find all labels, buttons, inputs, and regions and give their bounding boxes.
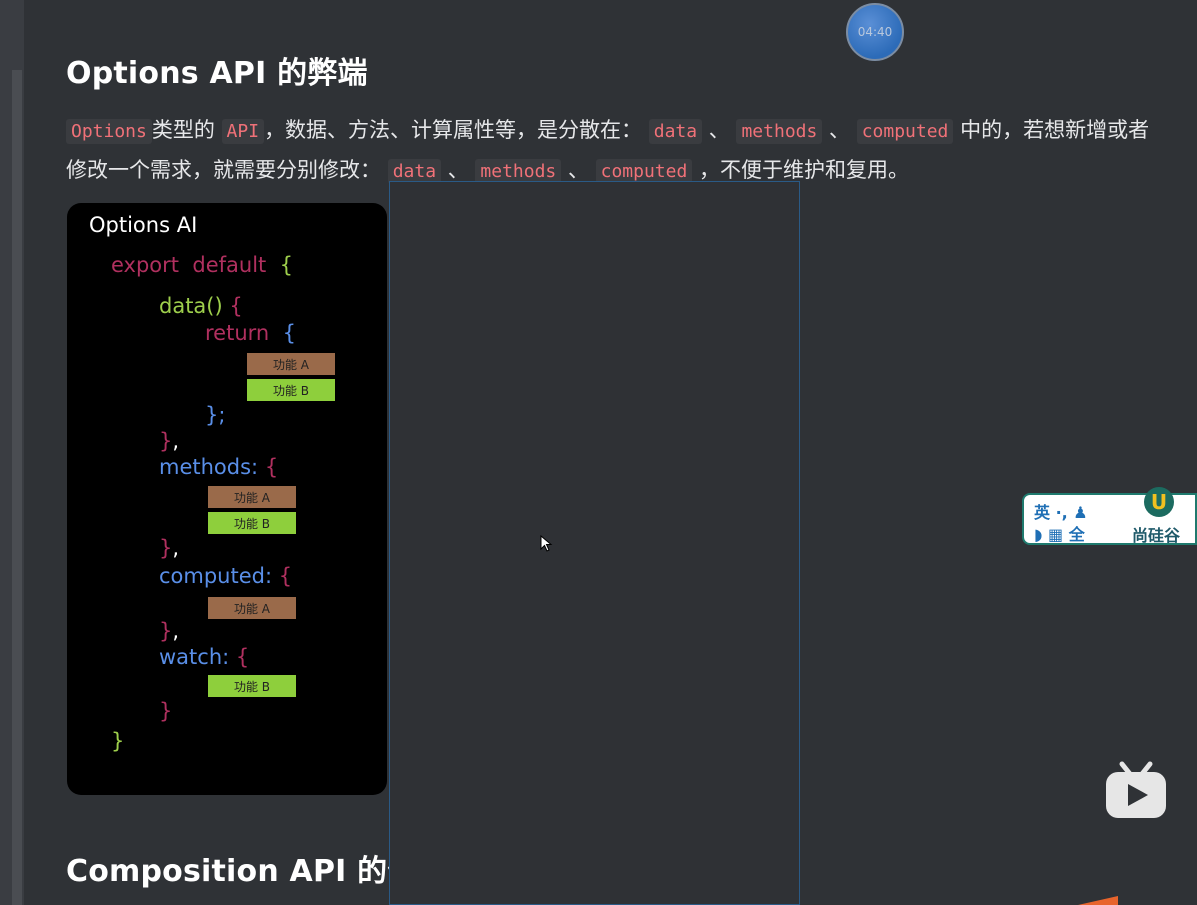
timer-text: 04:40 (857, 25, 893, 39)
code-line-close: } (111, 729, 125, 753)
inline-code: API (221, 119, 265, 144)
brace: { (235, 645, 250, 669)
section-title-composition-api: Composition API 的优 (66, 854, 418, 889)
text-run: 、 (441, 158, 476, 182)
ime-row-bottom[interactable]: ◗ ▦ 全 (1034, 521, 1085, 545)
brace: { (282, 321, 296, 345)
text-run: ，数据、方法、计算属性等，是分散在： (264, 118, 649, 142)
code-line-close: } (159, 699, 173, 723)
feature-a-block: 功能 A (247, 353, 335, 375)
bilibili-tv-icon[interactable] (1104, 760, 1168, 820)
code-line-export: export default { (111, 253, 293, 277)
timer-badge[interactable]: 04:40 (846, 3, 904, 61)
feature-b-block: 功能 B (247, 379, 335, 401)
options-api-diagram: Options AI export default { data() { ret… (67, 203, 387, 795)
diagram-title: Options AI (89, 213, 198, 237)
brand-logo-letter: U (1150, 490, 1168, 514)
brand-name: 尚硅谷 (1132, 526, 1181, 545)
text-run: 类型的 (151, 118, 222, 142)
mouse-cursor-icon (540, 535, 553, 552)
text-run: ，不便于维护和复用。 (692, 158, 910, 182)
default-keyword: default (192, 253, 267, 277)
code-line-watch: watch: { (159, 645, 249, 669)
feature-b-block: 功能 B (208, 512, 296, 534)
watch-key: watch: (159, 645, 230, 669)
code-line-close: }, (159, 536, 180, 560)
overlay-panel[interactable] (389, 181, 800, 905)
text-run: 、 (702, 118, 737, 142)
data-function: data() (159, 294, 223, 318)
brace: { (278, 564, 293, 588)
brand-logo-icon: U (1144, 487, 1174, 517)
inline-code: data (648, 119, 703, 144)
code-line-close: }, (159, 429, 180, 453)
feature-b-block: 功能 B (208, 675, 296, 697)
left-sidebar-strip (0, 0, 24, 905)
options-api-paragraph: Options 类型的 API ，数据、方法、计算属性等，是分散在： data 、 … (66, 111, 1166, 191)
brace: { (264, 455, 279, 479)
inline-code: computed (856, 119, 954, 144)
corner-orange-mark (1078, 896, 1118, 905)
inline-code: methods (736, 119, 823, 144)
scrollbar[interactable] (12, 70, 22, 905)
code-line-computed: computed: { (159, 564, 292, 588)
ime-row-top[interactable]: 英 ·, ♟ (1034, 499, 1088, 523)
code-line-close: }; (205, 403, 226, 427)
code-line-return: return { (205, 321, 296, 345)
feature-a-block: 功能 A (208, 597, 296, 619)
methods-key: methods: (159, 455, 259, 479)
feature-a-block: 功能 A (208, 486, 296, 508)
text-run: 、 (822, 118, 857, 142)
brace: { (229, 294, 243, 318)
ime-toolbar[interactable]: 英 ·, ♟ ◗ ▦ 全 U 尚硅谷 (1022, 487, 1197, 545)
code-line-close: }, (159, 619, 180, 643)
code-line-data: data() { (159, 294, 243, 318)
export-keyword: export (111, 253, 180, 277)
return-keyword: return (205, 321, 270, 345)
page: 04:40 Options API 的弊端 Options 类型的 API ，数据、… (0, 0, 1197, 905)
computed-key: computed: (159, 564, 273, 588)
brace: { (279, 253, 294, 277)
inline-code: Options (66, 119, 152, 144)
text-run: 、 (561, 158, 596, 182)
code-line-methods: methods: { (159, 455, 278, 479)
section-title-options-api: Options API 的弊端 (66, 56, 368, 91)
